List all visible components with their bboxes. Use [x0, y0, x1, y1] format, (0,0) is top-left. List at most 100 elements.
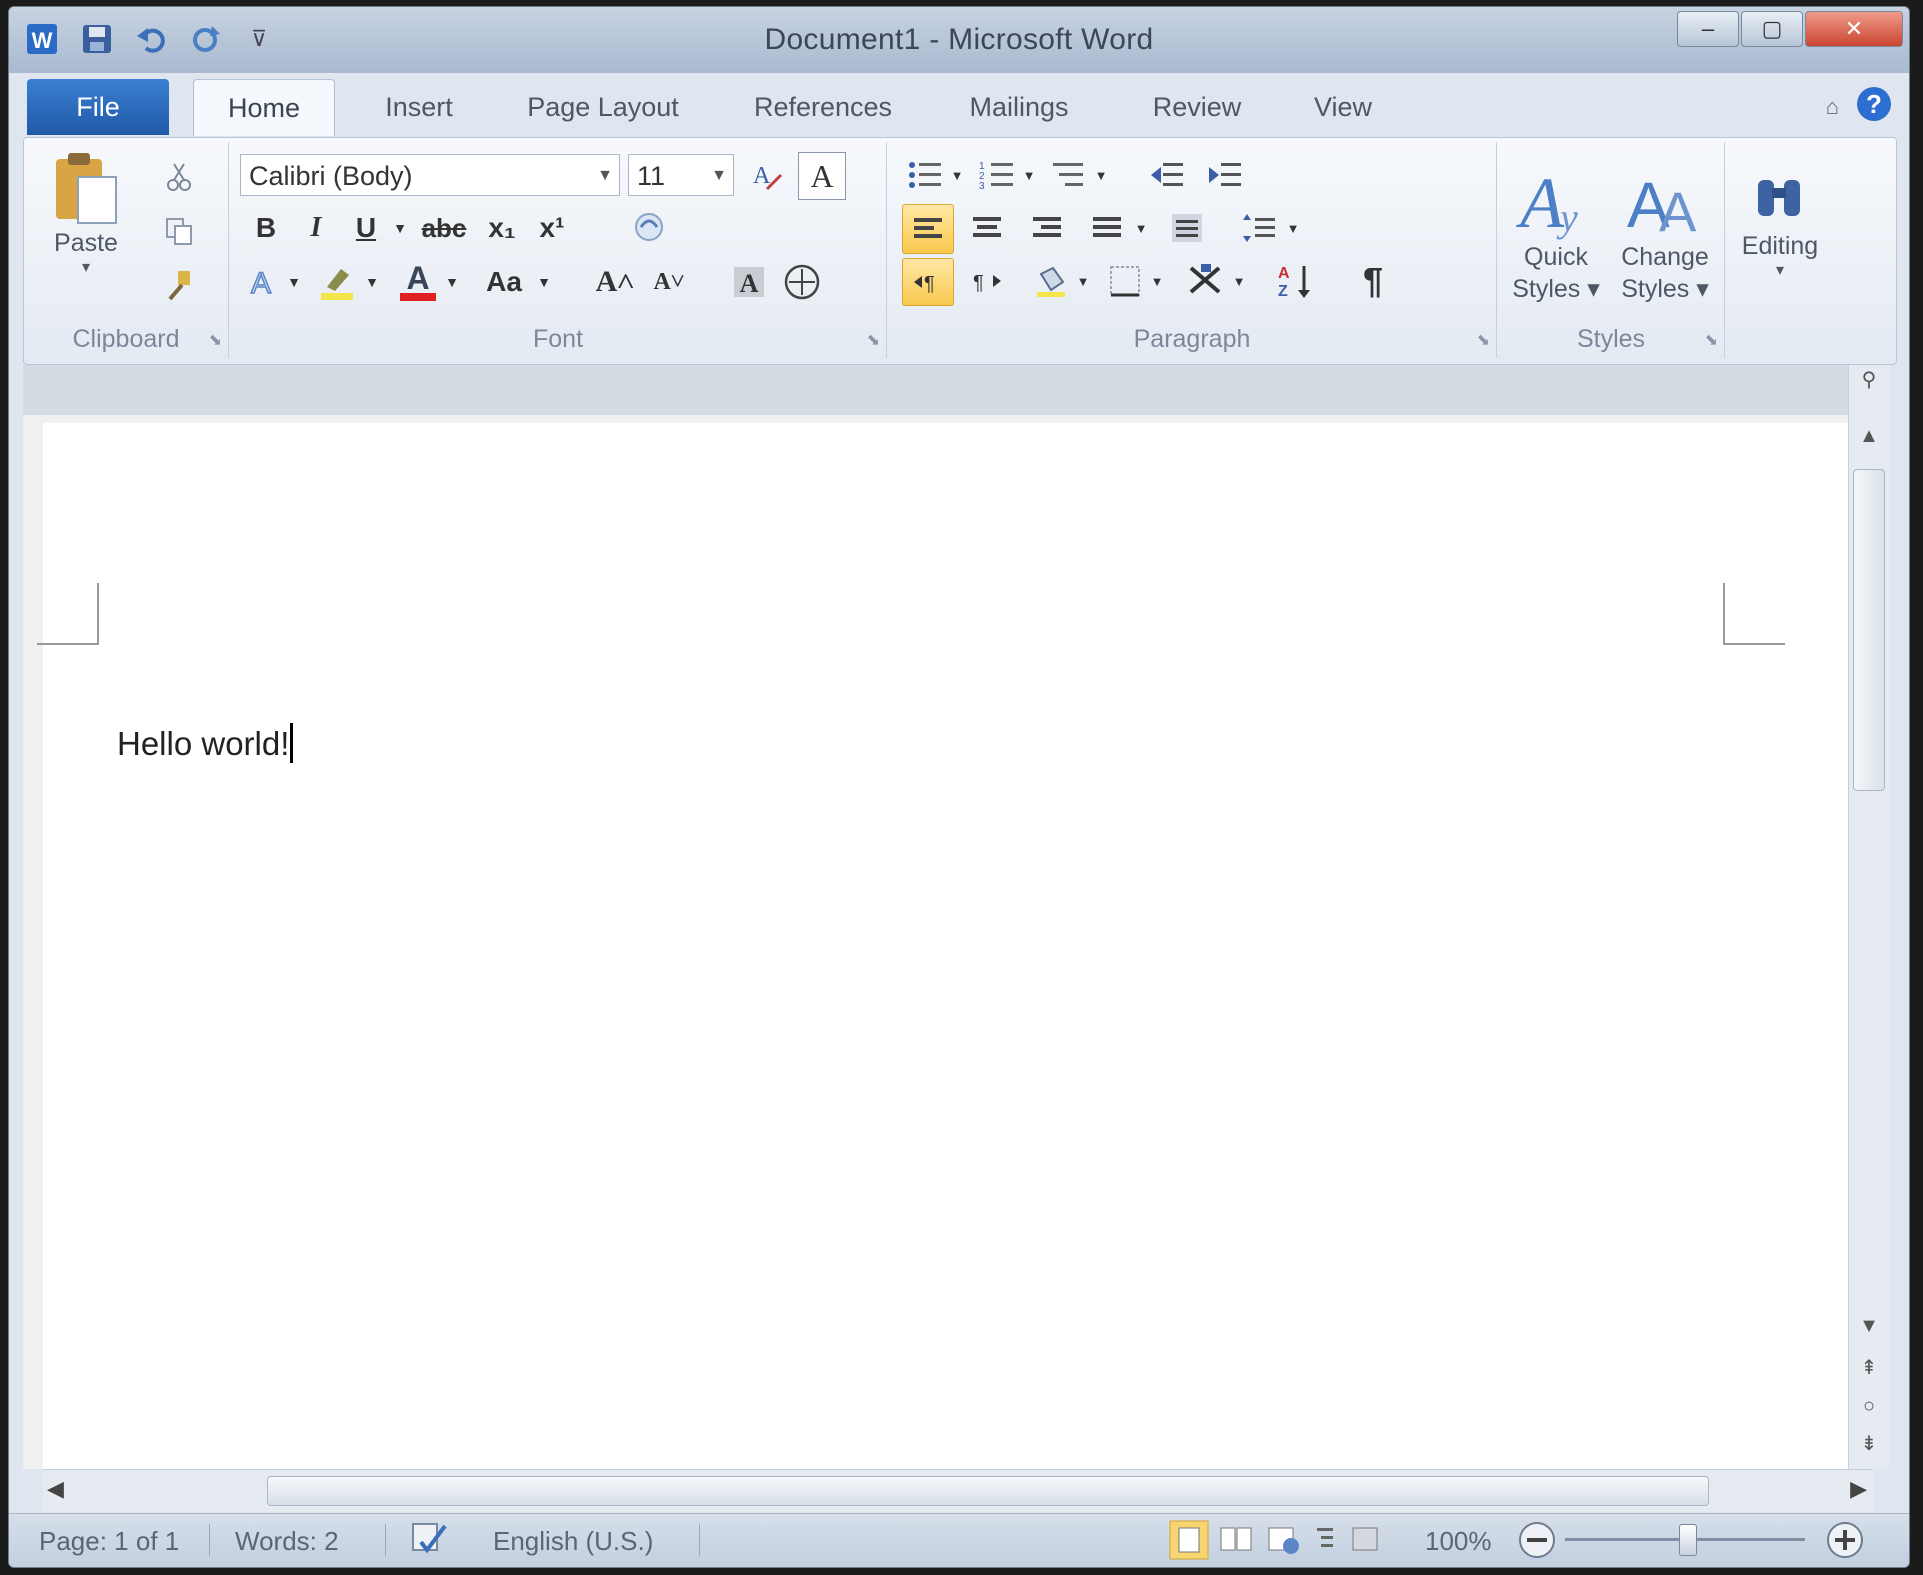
enclose-characters-icon[interactable]	[778, 258, 826, 306]
proofing-icon[interactable]	[409, 1520, 449, 1565]
horizontal-scrollbar[interactable]: ◀ ▶	[43, 1469, 1873, 1512]
draft-view-icon[interactable]	[1349, 1522, 1383, 1565]
numbering-dropdown-icon[interactable]: ▼	[1020, 152, 1038, 198]
close-button[interactable]: ✕	[1805, 11, 1903, 47]
text-highlight-effect-icon[interactable]	[626, 204, 672, 250]
tab-review[interactable]: Review	[1127, 79, 1267, 135]
maximize-button[interactable]: ▢	[1741, 11, 1803, 47]
web-layout-icon[interactable]	[1265, 1522, 1301, 1565]
paragraph-launcher-icon[interactable]: ⬊	[1477, 330, 1490, 350]
clipboard-launcher-icon[interactable]: ⬊	[209, 330, 222, 350]
shading-dropdown-icon[interactable]: ▼	[1074, 258, 1092, 304]
vertical-scrollbar[interactable]: ⚲ ▲ ▼ ⇞ ○ ⇟	[1848, 365, 1889, 1469]
justify-dropdown-icon[interactable]: ▼	[1132, 204, 1150, 252]
language-indicator[interactable]: English (U.S.)	[493, 1526, 653, 1557]
change-case-dropdown-icon[interactable]: ▼	[534, 260, 554, 304]
shrink-font-button[interactable]: A˅	[646, 260, 692, 304]
paste-button[interactable]: Paste ▾	[38, 148, 134, 278]
line-spacing-icon[interactable]	[1234, 204, 1284, 252]
editing-button[interactable]: Editing ▾	[1730, 150, 1830, 300]
align-left-button[interactable]	[902, 204, 954, 254]
zoom-slider-thumb[interactable]	[1679, 1524, 1697, 1556]
numbering-icon[interactable]: 123	[974, 152, 1020, 198]
zoom-out-icon[interactable]	[1517, 1520, 1557, 1567]
highlight-dropdown-icon[interactable]: ▼	[362, 260, 382, 304]
show-formatting-marks-button[interactable]: ¶	[1348, 256, 1398, 306]
highlight-color-icon[interactable]	[312, 260, 362, 304]
styles-launcher-icon[interactable]: ⬊	[1705, 330, 1718, 350]
copy-icon[interactable]	[156, 208, 202, 254]
increase-indent-icon[interactable]	[1202, 152, 1248, 198]
zoom-in-icon[interactable]	[1825, 1520, 1865, 1567]
multilevel-list-icon[interactable]	[1046, 152, 1092, 198]
character-border-icon[interactable]: A	[798, 152, 846, 200]
shading-icon[interactable]	[1028, 258, 1074, 304]
distributed-icon[interactable]	[1162, 204, 1212, 252]
strikethrough-button[interactable]: abc	[416, 206, 472, 250]
underline-dropdown-icon[interactable]: ▼	[390, 206, 410, 250]
asian-layout-icon[interactable]	[1182, 256, 1230, 304]
character-shading-icon[interactable]: A	[726, 260, 772, 304]
format-painter-icon[interactable]	[156, 262, 202, 308]
tab-view[interactable]: View	[1283, 79, 1403, 135]
clear-formatting-icon[interactable]: A	[744, 154, 788, 198]
select-browse-object-icon[interactable]: ○	[1849, 1395, 1889, 1418]
vertical-scroll-thumb[interactable]	[1853, 469, 1885, 791]
word-count[interactable]: Words: 2	[235, 1526, 339, 1557]
bold-button[interactable]: B	[244, 206, 288, 250]
bullets-icon[interactable]	[902, 152, 948, 198]
multilevel-dropdown-icon[interactable]: ▼	[1092, 152, 1110, 198]
minimize-ribbon-icon[interactable]: ⌂	[1826, 94, 1839, 120]
align-center-icon[interactable]	[962, 204, 1012, 252]
font-launcher-icon[interactable]: ⬊	[867, 330, 880, 350]
scroll-up-icon[interactable]: ▲	[1849, 425, 1889, 448]
tab-insert[interactable]: Insert	[349, 79, 489, 135]
align-right-icon[interactable]	[1022, 204, 1072, 252]
scroll-left-icon[interactable]: ◀	[47, 1476, 64, 1502]
borders-icon[interactable]	[1102, 258, 1148, 304]
full-screen-reading-icon[interactable]	[1219, 1522, 1255, 1565]
tab-file[interactable]: File	[27, 79, 169, 135]
borders-dropdown-icon[interactable]: ▼	[1148, 258, 1166, 304]
font-name-combo[interactable]: Calibri (Body) ▼	[240, 154, 620, 196]
horizontal-scroll-thumb[interactable]	[267, 1476, 1709, 1506]
document-body-text[interactable]: Hello world!	[117, 723, 294, 763]
decrease-indent-icon[interactable]	[1144, 152, 1190, 198]
justify-icon[interactable]	[1082, 204, 1132, 252]
change-case-button[interactable]: Aa	[474, 260, 534, 304]
scroll-down-icon[interactable]: ▼	[1849, 1315, 1889, 1338]
font-color-button[interactable]: A	[394, 258, 442, 306]
italic-button[interactable]: I	[294, 206, 338, 250]
quick-styles-button[interactable]: Ay Quick Styles ▾	[1504, 146, 1608, 316]
ltr-direction-button[interactable]: ¶	[902, 258, 954, 306]
tab-mailings[interactable]: Mailings	[939, 79, 1099, 135]
ruler-toggle-icon[interactable]: ⚲	[1849, 367, 1889, 392]
text-effects-dropdown-icon[interactable]: ▼	[284, 260, 304, 304]
asian-layout-dropdown-icon[interactable]: ▼	[1230, 258, 1248, 304]
minimize-button[interactable]: –	[1677, 11, 1739, 47]
grow-font-button[interactable]: A˄	[592, 260, 638, 304]
font-size-combo[interactable]: 11 ▼	[628, 154, 734, 196]
outline-view-icon[interactable]	[1311, 1522, 1341, 1565]
help-icon[interactable]: ?	[1855, 85, 1893, 128]
underline-button[interactable]: U	[344, 206, 388, 250]
tab-home[interactable]: Home	[193, 79, 335, 136]
text-effects-icon[interactable]: A	[244, 260, 284, 304]
print-layout-view-button[interactable]	[1169, 1520, 1209, 1560]
scroll-right-icon[interactable]: ▶	[1850, 1476, 1867, 1502]
bullets-dropdown-icon[interactable]: ▼	[948, 152, 966, 198]
cut-icon[interactable]	[156, 154, 202, 200]
previous-page-icon[interactable]: ⇞	[1849, 1355, 1889, 1380]
document-page[interactable]: Hello world!	[37, 423, 1867, 1469]
page-count[interactable]: Page: 1 of 1	[39, 1526, 179, 1557]
change-styles-button[interactable]: AA Change Styles ▾	[1610, 146, 1720, 316]
rtl-direction-icon[interactable]: ¶	[962, 258, 1012, 304]
next-page-icon[interactable]: ⇟	[1849, 1431, 1889, 1456]
sort-icon[interactable]: AZ	[1272, 256, 1322, 306]
font-color-dropdown-icon[interactable]: ▼	[442, 260, 462, 304]
tab-references[interactable]: References	[723, 79, 923, 135]
superscript-button[interactable]: x¹	[530, 206, 574, 250]
zoom-level[interactable]: 100%	[1425, 1526, 1492, 1557]
tab-page-layout[interactable]: Page Layout	[503, 79, 703, 135]
line-spacing-dropdown-icon[interactable]: ▼	[1284, 204, 1302, 252]
